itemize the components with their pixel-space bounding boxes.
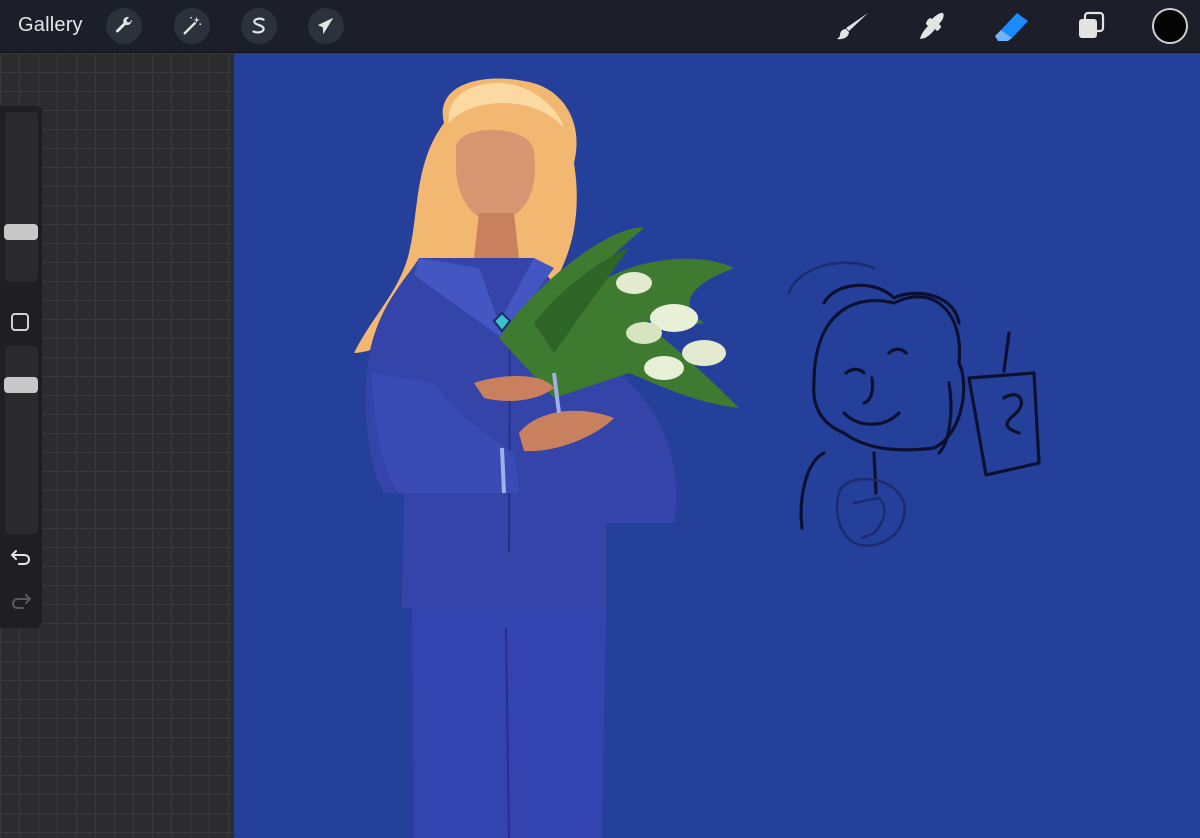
modifier-button[interactable] xyxy=(11,313,29,331)
layers-tool[interactable] xyxy=(1071,8,1111,44)
brush-size-knob[interactable] xyxy=(4,224,38,241)
magic-wand-icon xyxy=(183,16,202,35)
brush-size-slider[interactable] xyxy=(5,112,38,282)
color-picker[interactable] xyxy=(1152,8,1188,44)
redo-button[interactable] xyxy=(8,590,34,612)
adjustments-button[interactable] xyxy=(174,8,210,44)
smudge-icon xyxy=(920,12,944,40)
sketch xyxy=(799,283,1041,530)
undo-button[interactable] xyxy=(8,546,34,568)
drawing-canvas[interactable] xyxy=(234,53,1200,838)
selection-button[interactable] xyxy=(241,8,277,44)
sidebar xyxy=(0,106,42,628)
opacity-knob[interactable] xyxy=(4,376,38,393)
arrow-cursor-icon xyxy=(317,17,334,35)
opacity-slider[interactable] xyxy=(5,346,38,534)
top-toolbar: Gallery xyxy=(0,0,1200,53)
redo-icon xyxy=(11,594,31,609)
wrench-icon xyxy=(115,16,133,33)
transform-button[interactable] xyxy=(308,8,344,44)
actions-button[interactable] xyxy=(106,8,142,44)
brush-tool[interactable] xyxy=(834,8,874,44)
layers-icon xyxy=(1079,11,1105,38)
selection-s-icon xyxy=(252,17,265,34)
eraser-tool[interactable] xyxy=(992,8,1032,44)
gallery-button[interactable]: Gallery xyxy=(18,14,83,37)
brush-icon xyxy=(837,13,868,40)
eraser-icon xyxy=(995,13,1028,41)
smudge-tool[interactable] xyxy=(912,8,952,44)
undo-icon xyxy=(11,550,31,565)
artwork xyxy=(354,78,1041,838)
